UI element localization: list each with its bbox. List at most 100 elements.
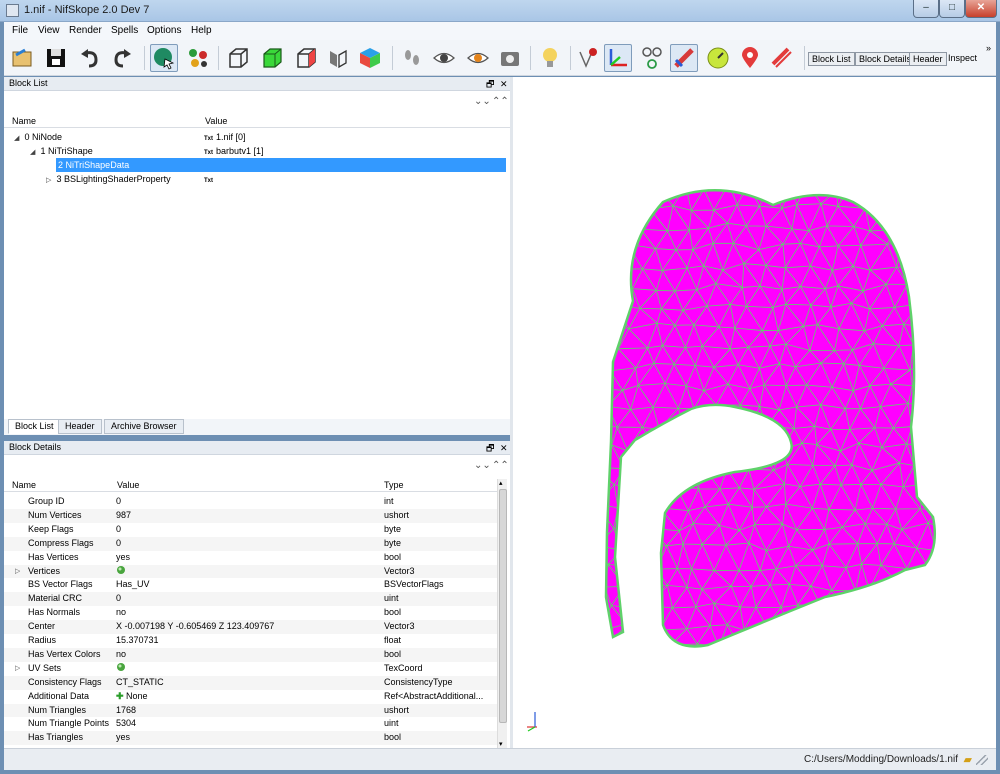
load-icon[interactable] [8,44,36,72]
array-icon[interactable] [116,662,380,676]
details-row[interactable]: Keep Flags 0 byte [4,523,497,537]
column-name[interactable]: Name [12,115,36,127]
nodes-icon[interactable] [638,44,666,72]
scroll-up-icon[interactable]: ▴ [499,479,503,487]
close-icon[interactable]: ✕ [500,78,508,91]
details-row[interactable]: Num Triangles 1768 ushort [4,703,497,718]
collapse-all-icon[interactable]: ⌄⌄ [474,460,491,471]
float-icon[interactable]: 🗗 [486,78,494,91]
details-row-value[interactable]: no [116,648,380,662]
details-scrollbar[interactable]: ▴ ▾ [497,479,507,748]
column-type[interactable]: Type [384,479,404,491]
details-row-value[interactable]: CT_STATIC [116,676,380,690]
collapse-all-icon[interactable]: ⌄⌄ [474,96,491,107]
scroll-down-icon[interactable]: ▾ [499,740,503,748]
details-row[interactable]: BS Vector Flags Has_UV BSVectorFlags [4,578,497,592]
details-row[interactable]: Has Triangles yes bool [4,731,497,746]
lightbulb-icon[interactable] [536,44,564,72]
toolbar-tab-block-list[interactable]: Block List [808,52,855,66]
tab-archive-browser[interactable]: Archive Browser [104,419,184,434]
tab-header[interactable]: Header [58,419,102,434]
details-row-value[interactable]: 987 [116,509,380,523]
toolbar-inspect[interactable]: Inspect [948,53,977,63]
maximize-button[interactable]: □ [939,0,965,18]
toolbar-tab-block-details[interactable]: Block Details [855,52,916,66]
column-name[interactable]: Name [12,479,36,491]
array-icon[interactable] [116,565,380,579]
details-row[interactable]: Num Triangle Points 5304 uint [4,717,497,731]
details-row-value[interactable]: X -0.007198 Y -0.605469 Z 123.409767 [116,620,380,634]
details-row-value[interactable]: ✚ None [116,690,380,704]
toolbar-overflow-button[interactable]: » [986,43,991,53]
gauge-icon[interactable] [704,44,732,72]
details-row[interactable]: Consistency Flags CT_STATIC ConsistencyTyp… [4,675,497,690]
location-pin-icon[interactable] [736,44,764,72]
undo-icon[interactable] [76,44,104,72]
menu-view[interactable]: View [38,25,60,36]
add-icon[interactable]: ✚ [116,691,126,701]
tree-row[interactable]: ◢ 0 NiNode Txt 1.nif [0] [8,130,506,144]
minimize-button[interactable]: – [913,0,939,18]
redo-icon[interactable] [108,44,136,72]
wireframe-icon[interactable] [224,44,252,72]
eye-icon[interactable] [430,44,458,72]
select-object-icon[interactable] [150,44,178,72]
constraint-icon[interactable] [670,44,698,72]
details-row[interactable]: Has Normals no bool [4,606,497,620]
details-row-value[interactable]: 1768 [116,704,380,718]
menu-file[interactable]: File [12,25,28,36]
details-row[interactable]: Compress Flags 0 byte [4,536,497,551]
eye-orange-icon[interactable] [464,44,492,72]
details-row[interactable]: ▷ Vertices Vector3 [4,564,497,579]
footprints-icon[interactable] [398,44,426,72]
collapsed-arrow-icon[interactable]: ▷ [15,565,20,579]
collapsed-arrow-icon[interactable]: ▷ [46,174,54,188]
details-row-value[interactable]: 15.370731 [116,634,380,648]
render-viewport[interactable] [513,77,996,748]
solid-icon[interactable] [258,44,286,72]
details-row-value[interactable]: 5304 [116,717,380,731]
toolbar-tab-header[interactable]: Header [909,52,947,66]
details-row-value[interactable]: yes [116,731,380,745]
expand-all-icon[interactable]: ⌃⌃ [492,96,509,107]
expanded-arrow-icon[interactable]: ◢ [30,146,38,160]
details-row-value[interactable]: yes [116,551,380,565]
details-row[interactable]: Center X -0.007198 Y -0.605469 Z 123.4097… [4,620,497,634]
column-value[interactable]: Value [205,115,227,127]
details-row[interactable]: Has Vertex Colors no bool [4,647,497,662]
collapsed-arrow-icon[interactable]: ▷ [15,662,20,676]
details-row-value[interactable]: 0 [116,537,380,551]
select-vertex-icon[interactable] [184,44,212,72]
details-row-value[interactable]: 0 [116,523,380,537]
details-row[interactable]: Additional Data ✚ None Ref<AbstractAdditio… [4,690,497,704]
details-row[interactable]: Material CRC 0 uint [4,592,497,607]
menu-spells[interactable]: Spells [111,25,138,36]
details-row-value[interactable]: Has_UV [116,578,380,592]
details-row[interactable]: ▷ UV Sets TexCoord [4,662,497,676]
details-scroll-thumb[interactable] [499,489,507,723]
close-icon[interactable]: ✕ [500,442,508,455]
flip-icon[interactable] [324,44,352,72]
tree-row[interactable]: ▷ 3 BSLightingShaderProperty Txt [8,172,506,186]
details-row-value[interactable]: no [116,606,380,620]
details-row[interactable]: Num Vertices 987 ushort [4,508,497,523]
details-row[interactable]: Radius 15.370731 float [4,634,497,648]
float-icon[interactable]: 🗗 [486,442,494,455]
axes-icon[interactable] [604,44,632,72]
save-icon[interactable] [42,44,70,72]
column-value[interactable]: Value [117,479,139,491]
tab-block-list[interactable]: Block List [8,419,61,434]
menu-help[interactable]: Help [191,25,212,36]
hide-icon[interactable] [768,44,796,72]
resize-grip[interactable] [976,755,988,765]
details-row[interactable]: Has Vertices yes bool [4,551,497,565]
tree-row-selected[interactable]: 2 NiTriShapeData [56,158,506,172]
vertex-marker-icon[interactable] [574,44,602,72]
outline-icon[interactable] [292,44,320,72]
textured-cube-icon[interactable] [356,44,384,72]
menu-render[interactable]: Render [69,25,102,36]
details-row-value[interactable]: 0 [116,495,380,509]
menu-options[interactable]: Options [147,25,181,36]
camera-icon[interactable] [496,44,524,72]
details-row[interactable]: Group ID 0 int [4,495,497,509]
